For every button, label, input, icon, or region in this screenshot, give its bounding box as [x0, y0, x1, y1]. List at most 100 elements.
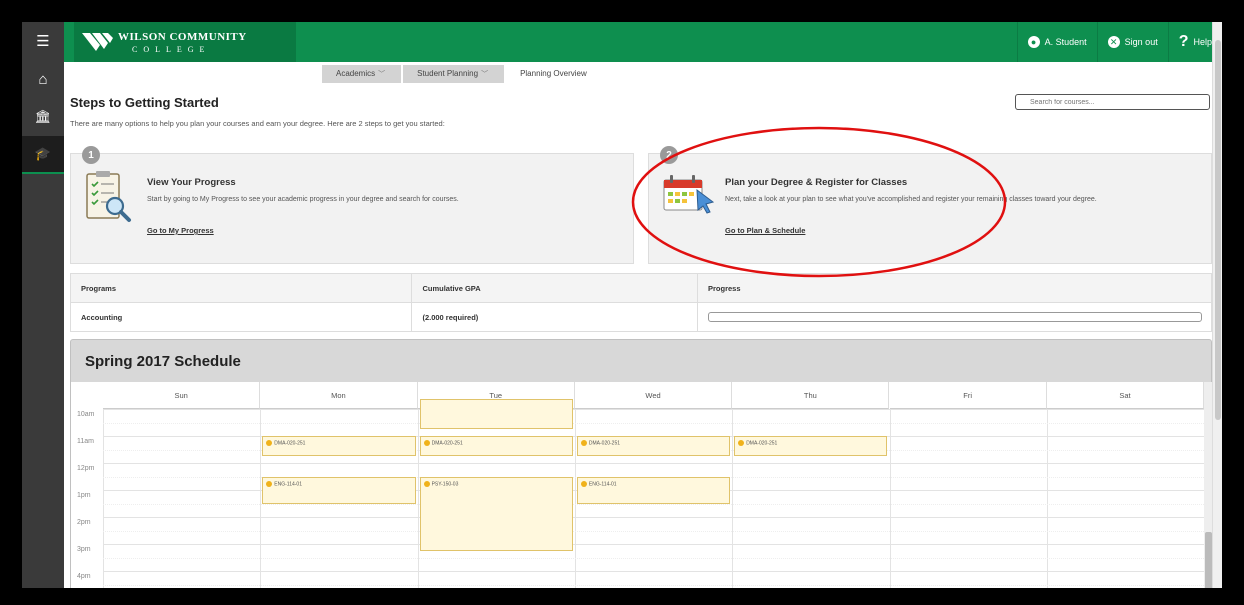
left-sidebar: ☰ ⌂ 🏛 🎓 — [22, 22, 64, 588]
step-number: 2 — [660, 146, 678, 164]
column-header-programs: Programs — [69, 273, 413, 303]
course-block[interactable]: DMA-020-251 — [734, 436, 888, 457]
progress-bar — [708, 312, 1202, 322]
breadcrumb-planning-overview: Planning Overview — [520, 69, 587, 78]
course-code: DMA-020-251 — [431, 440, 463, 447]
time-label: 4pm — [77, 573, 91, 580]
hour-gridline — [103, 517, 1204, 518]
course-status-icon — [423, 480, 430, 487]
day-header-mon: Mon — [260, 382, 418, 409]
user-icon: ● — [1027, 36, 1040, 48]
schedule-calendar: Sun Mon Tue Wed Thu Fri Sat 10am 11am 12pm 1pm 2pm 3… — [71, 382, 1204, 588]
sign-out-label: Sign out — [1124, 37, 1158, 47]
graduation-cap-icon[interactable]: 🎓 — [22, 136, 64, 174]
time-label: 3pm — [77, 546, 91, 553]
hour-gridline — [103, 409, 1204, 410]
chevron-down-icon: ﹀ — [378, 71, 386, 78]
course-code: ENG-114-01 — [588, 480, 617, 487]
time-label: 1pm — [77, 492, 91, 499]
breadcrumb-academics[interactable]: Academics ﹀ — [322, 65, 402, 83]
course-status-icon — [580, 480, 587, 487]
half-hour-gridline — [103, 422, 1204, 424]
day-header-sat: Sat — [1046, 382, 1204, 409]
help-icon: ? — [1178, 33, 1189, 50]
day-header-thu: Thu — [732, 382, 890, 409]
go-to-plan-schedule-link[interactable]: Go to Plan & Schedule — [725, 226, 805, 235]
checklist-magnifier-icon — [86, 171, 131, 222]
help-label: Help — [1193, 37, 1212, 47]
menu-icon[interactable]: ☰ — [22, 22, 64, 60]
course-code: PSY-150-03 — [431, 480, 459, 487]
user-menu[interactable]: ● A. Student — [1016, 22, 1097, 62]
course-search-input[interactable] — [1015, 94, 1210, 110]
table-row: Accounting (2.000 required) — [69, 302, 1212, 332]
day-header-sun: Sun — [103, 382, 261, 409]
page-scrollbar-thumb[interactable] — [1215, 40, 1221, 420]
course-code: ENG-114-01 — [274, 480, 302, 487]
hour-gridline — [103, 544, 1204, 545]
course-block[interactable]: ENG-114-01 — [262, 476, 416, 504]
course-block[interactable]: DMA-020-251 — [262, 436, 416, 457]
calendar-icon — [663, 175, 715, 214]
home-icon[interactable]: ⌂ — [22, 60, 64, 98]
sign-out-button[interactable]: ✕ Sign out — [1096, 22, 1168, 62]
hour-gridline — [103, 571, 1204, 572]
breadcrumb-student-planning[interactable]: Student Planning ﹀ — [403, 65, 505, 83]
step-number: 1 — [82, 146, 100, 164]
course-block[interactable] — [419, 399, 573, 430]
course-block[interactable]: ENG-114-01 — [576, 476, 731, 504]
college-logo[interactable]: WILSON COMMUNITY COLLEGE — [74, 22, 296, 62]
course-code: DMA-020-251 — [746, 440, 778, 447]
time-label: 2pm — [77, 519, 91, 526]
user-name: A. Student — [1044, 37, 1087, 47]
page-title: Steps to Getting Started — [70, 95, 219, 110]
progress-cell — [697, 302, 1212, 332]
half-hour-gridline — [103, 557, 1204, 559]
day-header-fri: Fri — [889, 382, 1047, 409]
time-label: 10am — [77, 411, 95, 418]
course-status-icon — [580, 440, 587, 446]
close-circle-icon: ✕ — [1107, 36, 1120, 48]
course-block[interactable]: DMA-020-251 — [576, 436, 731, 457]
half-hour-gridline — [103, 503, 1204, 505]
step-title: Plan your Degree & Register for Classes — [725, 177, 908, 188]
schedule-title: Spring 2017 Schedule — [85, 353, 241, 370]
top-header: WILSON COMMUNITY COLLEGE ● A. Student ✕ … — [64, 22, 1222, 62]
calendar-scrollbar-thumb[interactable] — [1205, 532, 1212, 588]
institution-icon[interactable]: 🏛 — [22, 98, 64, 136]
step-title: View Your Progress — [147, 177, 236, 188]
day-header-wed: Wed — [574, 382, 733, 409]
page-subtitle: There are many options to help you plan … — [70, 119, 445, 128]
logo-swoosh-icon — [82, 33, 113, 51]
go-to-my-progress-link[interactable]: Go to My Progress — [147, 226, 214, 235]
programs-table: Programs Cumulative GPA Progress Account… — [69, 273, 1212, 332]
step-description: Start by going to My Progress to see you… — [147, 196, 459, 203]
course-status-icon — [266, 480, 273, 487]
logo-line2: COLLEGE — [132, 44, 211, 54]
course-block[interactable]: DMA-020-251 — [419, 436, 573, 457]
program-name[interactable]: Accounting — [69, 302, 413, 332]
logo-line1: WILSON COMMUNITY — [118, 30, 247, 43]
course-status-icon — [423, 440, 430, 446]
page-scrollbar[interactable] — [1212, 22, 1222, 588]
gpa-value: (2.000 required) — [411, 302, 698, 332]
half-hour-gridline — [103, 584, 1204, 586]
half-hour-gridline — [103, 530, 1204, 532]
time-label: 11am — [77, 438, 94, 445]
column-header-gpa: Cumulative GPA — [411, 273, 698, 303]
app-window: ☰ ⌂ 🏛 🎓 WILSON COMMUNITY COLLEGE ● A. St… — [22, 22, 1222, 588]
schedule-panel: Spring 2017 Schedule Sun Mon Tue Wed Thu Fri S… — [70, 339, 1213, 588]
breadcrumb: Academics ﹀ Student Planning ﹀ Planning Ov… — [322, 65, 605, 83]
course-code: DMA-020-251 — [274, 440, 306, 447]
column-header-progress: Progress — [697, 273, 1212, 303]
course-status-icon — [266, 440, 273, 446]
course-block[interactable]: PSY-150-03 — [419, 476, 573, 551]
course-code: DMA-020-251 — [588, 440, 621, 447]
step-card-view-progress: 1 View Your Progress Start by going to M… — [70, 146, 634, 264]
chevron-down-icon: ﹀ — [481, 71, 489, 78]
hour-gridline — [103, 463, 1204, 464]
table-header-row: Programs Cumulative GPA Progress — [69, 273, 1212, 303]
time-label: 12pm — [77, 465, 95, 472]
course-status-icon — [738, 440, 745, 446]
step-card-plan-degree: 2 Plan your Degree & Register for Classe… — [648, 146, 1212, 264]
